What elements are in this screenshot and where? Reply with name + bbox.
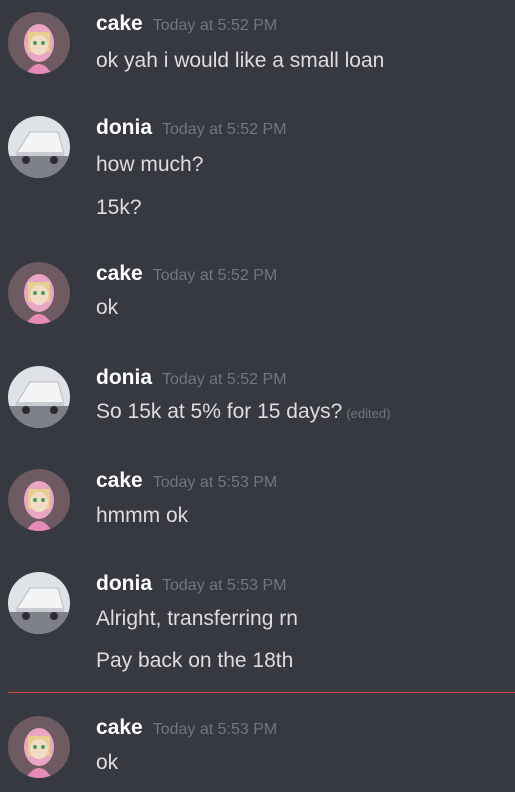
timestamp: Today at 5:52 PM <box>162 121 287 138</box>
username[interactable]: cake <box>96 12 143 35</box>
edited-label: (edited) <box>346 406 391 421</box>
message-text: So 15k at 5% for 15 days? (edited) <box>96 400 390 424</box>
avatar-cake[interactable] <box>8 12 70 74</box>
truck-avatar-icon <box>8 116 70 178</box>
new-messages-divider <box>8 692 515 693</box>
anime-girl-avatar-icon <box>8 12 70 74</box>
message-header: cake Today at 5:53 PM <box>96 469 277 499</box>
avatar-cake[interactable] <box>8 469 70 531</box>
timestamp: Today at 5:53 PM <box>162 577 287 594</box>
message-header: cake Today at 5:52 PM <box>96 12 277 42</box>
timestamp: Today at 5:52 PM <box>152 17 278 34</box>
username[interactable]: cake <box>96 716 143 739</box>
message-text-content: So 15k at 5% for 15 days? <box>96 400 343 423</box>
truck-avatar-icon <box>8 572 70 634</box>
username[interactable]: donia <box>96 366 152 389</box>
message-header: donia Today at 5:53 PM <box>96 572 287 602</box>
message-text: how much? <box>96 153 204 176</box>
avatar-donia[interactable] <box>8 572 70 634</box>
message-header: donia Today at 5:52 PM <box>96 366 287 396</box>
message-header: cake Today at 5:52 PM <box>96 262 277 292</box>
username[interactable]: donia <box>96 572 152 595</box>
message-text: hmmm ok <box>96 504 189 527</box>
username[interactable]: cake <box>96 262 143 285</box>
avatar-cake[interactable] <box>8 262 70 324</box>
message-text: ok <box>96 296 119 319</box>
message-text: Alright, transferring rn <box>96 607 298 630</box>
avatar-donia[interactable] <box>8 366 70 428</box>
avatar-cake[interactable] <box>8 716 70 778</box>
message-text: ok <box>96 751 119 774</box>
anime-girl-avatar-icon <box>8 262 70 324</box>
anime-girl-avatar-icon <box>8 716 70 778</box>
message-text: Pay back on the 18th <box>96 649 294 672</box>
avatar-donia[interactable] <box>8 116 70 178</box>
username[interactable]: donia <box>96 116 152 139</box>
timestamp: Today at 5:52 PM <box>152 267 278 284</box>
message-text: 15k? <box>96 196 142 219</box>
anime-girl-avatar-icon <box>8 469 70 531</box>
message-header: donia Today at 5:52 PM <box>96 116 287 146</box>
timestamp: Today at 5:53 PM <box>152 474 278 491</box>
username[interactable]: cake <box>96 469 143 492</box>
message-text: ok yah i would like a small loan <box>96 49 385 72</box>
timestamp: Today at 5:53 PM <box>152 721 278 738</box>
timestamp: Today at 5:52 PM <box>162 371 287 388</box>
message-header: cake Today at 5:53 PM <box>96 716 277 746</box>
truck-avatar-icon <box>8 366 70 428</box>
